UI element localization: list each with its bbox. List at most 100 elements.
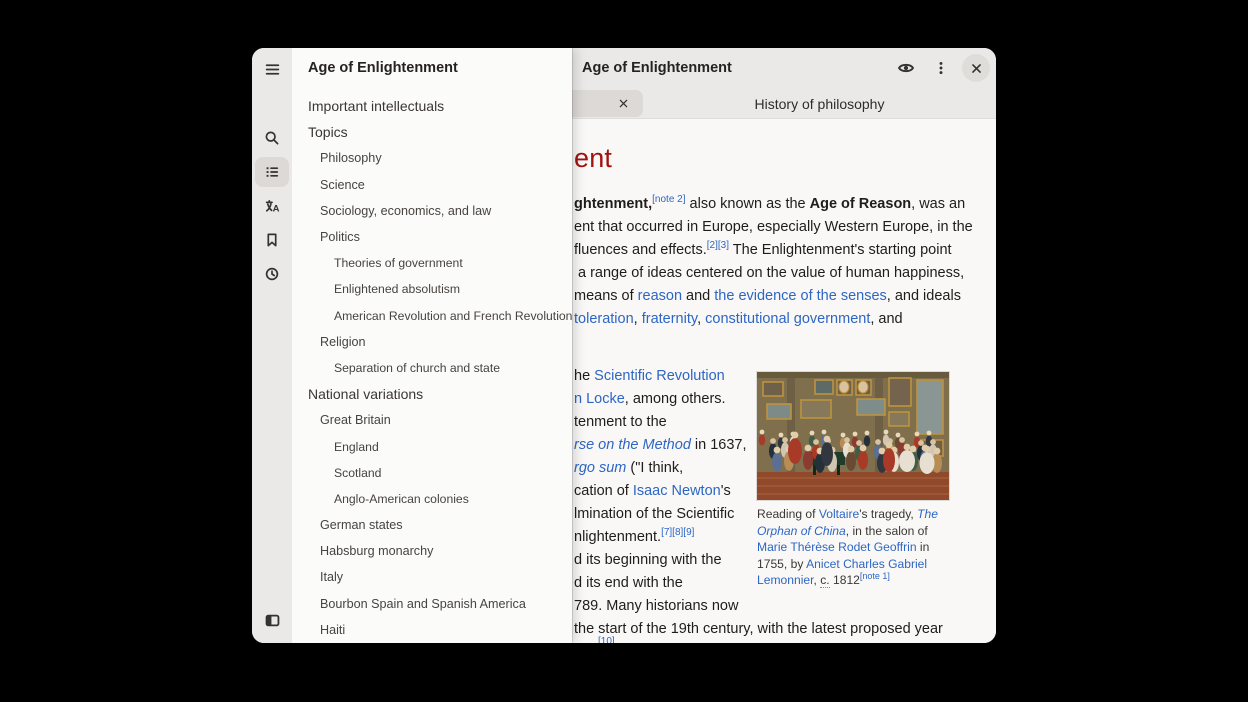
text-line: nlightenment.[7][8][9] (574, 529, 694, 545)
close-window-button[interactable] (962, 54, 990, 82)
text-span: , and (870, 311, 902, 327)
toc-item[interactable]: Great Britain (292, 407, 572, 433)
text-line: lmination of the Scientific (574, 506, 734, 522)
article-link[interactable]: rgo sum (574, 460, 626, 476)
article-link[interactable]: n Locke (574, 391, 625, 407)
text-line: he Scientific Revolution (574, 368, 725, 384)
reader-view-button[interactable] (892, 54, 920, 82)
toc-item[interactable]: Topics (292, 119, 572, 145)
sidebar-toggle-icon (264, 612, 281, 629)
toc-drawer: Age of Enlightenment Important intellect… (292, 48, 572, 643)
text-line: toleration, fraternity, constitutional g… (574, 311, 903, 327)
tab-close-icon (618, 98, 629, 109)
text-span: fluences and effects. (574, 242, 707, 258)
reference-link[interactable]: [10] (598, 636, 615, 643)
toc-item[interactable]: Politics (292, 224, 572, 250)
hamburger-menu-icon (264, 61, 281, 78)
text-line: fluences and effects.[2][3] The Enlighte… (574, 242, 952, 258)
toc-item[interactable]: Scotland (292, 460, 572, 486)
text-span: Reading of (757, 507, 819, 521)
text-span: 's (721, 483, 731, 499)
text-span: tenment to the (574, 414, 667, 430)
bookmark-icon (264, 232, 280, 248)
language-icon: A (264, 198, 280, 214)
toc-item[interactable]: Haiti (292, 617, 572, 643)
tab-history-of-philosophy[interactable]: History of philosophy (643, 90, 996, 117)
reference-link[interactable]: [7][8][9] (661, 527, 694, 538)
article-link[interactable]: reason (638, 288, 682, 304)
left-rail: A (252, 48, 292, 643)
toc-button[interactable] (255, 157, 289, 187)
image-caption: Reading of Voltaire's tragedy, The Orpha… (757, 506, 953, 589)
article-link[interactable]: Voltaire (819, 507, 859, 521)
tab-close-button[interactable] (612, 93, 634, 115)
text-span: and (682, 288, 714, 304)
text-span: ghtenment, (574, 196, 652, 212)
article-image[interactable] (757, 372, 949, 500)
salon-painting (757, 372, 949, 500)
toc-item[interactable]: National variations (292, 381, 572, 407)
text-line: means of reason and the evidence of the … (574, 288, 961, 304)
text-line: [10] (598, 638, 615, 643)
history-clock-icon (264, 266, 280, 282)
toc-item[interactable]: England (292, 433, 572, 459)
text-span: , was an (911, 196, 965, 212)
reference-link[interactable]: [note 1] (860, 571, 890, 581)
article-link[interactable]: fraternity (642, 311, 697, 327)
app-window: A Age of Enlightenment (252, 48, 996, 643)
article-heading: ent (574, 143, 612, 174)
text-span: , in the salon of (846, 524, 928, 538)
text-line: the start of the 19th century, with the … (574, 621, 943, 637)
text-span: also known as the (686, 196, 810, 212)
toc-item[interactable]: Anglo-American colonies (292, 486, 572, 512)
text-line: a range of ideas centered on the value o… (578, 265, 964, 281)
language-button[interactable]: A (255, 191, 289, 221)
text-line: 789. Many historians now (574, 598, 738, 614)
search-button[interactable] (255, 123, 289, 153)
toc-item[interactable]: Philosophy (292, 145, 572, 171)
toc-item[interactable]: Science (292, 172, 572, 198)
toc-item[interactable]: Italy (292, 564, 572, 590)
text-span: The Enlightenment's starting point (729, 242, 952, 258)
text-line: n Locke, among others. (574, 391, 726, 407)
text-span: ent that occurred in Europe, especially … (574, 219, 973, 235)
toc-list: Important intellectualsTopicsPhilosophyS… (292, 93, 572, 643)
reference-link[interactable]: [note 2] (652, 194, 685, 205)
toc-item[interactable]: Bourbon Spain and Spanish America (292, 591, 572, 617)
article-link[interactable]: Isaac Newton (633, 483, 721, 499)
reference-link[interactable]: [2][3] (707, 240, 729, 251)
article-link[interactable]: rse on the Method (574, 437, 691, 453)
toc-item[interactable]: German states (292, 512, 572, 538)
toc-item[interactable]: Theories of government (292, 250, 572, 276)
toc-item[interactable]: American Revolution and French Revolutio… (292, 303, 572, 329)
toc-item[interactable]: Important intellectuals (292, 93, 572, 119)
app-menu-button[interactable] (927, 54, 955, 82)
text-span: d its end with the (574, 575, 683, 591)
history-button[interactable] (255, 259, 289, 289)
text-line: ghtenment,[note 2] also known as the Age… (574, 196, 965, 212)
text-line: rse on the Method in 1637, (574, 437, 747, 453)
toc-item[interactable]: Sociology, economics, and law (292, 198, 572, 224)
text-span: lmination of the Scientific (574, 506, 734, 522)
sidebar-toggle-button[interactable] (255, 605, 289, 635)
main-menu-button[interactable] (255, 53, 289, 85)
text-span: a range of ideas centered on the value o… (578, 265, 964, 281)
text-span: ("I think, (626, 460, 683, 476)
toc-item[interactable]: Enlightened absolutism (292, 276, 572, 302)
text-line: d its beginning with the (574, 552, 722, 568)
toc-item[interactable]: Habsburg monarchy (292, 538, 572, 564)
article-link[interactable]: Marie Thérèse Rodet Geoffrin (757, 540, 917, 554)
text-line: d its end with the (574, 575, 683, 591)
toc-item[interactable]: Separation of church and state (292, 355, 572, 381)
article-link[interactable]: toleration (574, 311, 634, 327)
article-link[interactable]: Scientific Revolution (594, 368, 725, 384)
article-link[interactable]: constitutional government (705, 311, 870, 327)
article-link[interactable]: the evidence of the senses (714, 288, 887, 304)
bookmarks-button[interactable] (255, 225, 289, 255)
text-span: d its beginning with the (574, 552, 722, 568)
text-line: ent that occurred in Europe, especially … (574, 219, 973, 235)
close-icon (970, 62, 983, 75)
text-line: tenment to the (574, 414, 667, 430)
toc-item[interactable]: Religion (292, 329, 572, 355)
svg-text:A: A (273, 204, 280, 214)
